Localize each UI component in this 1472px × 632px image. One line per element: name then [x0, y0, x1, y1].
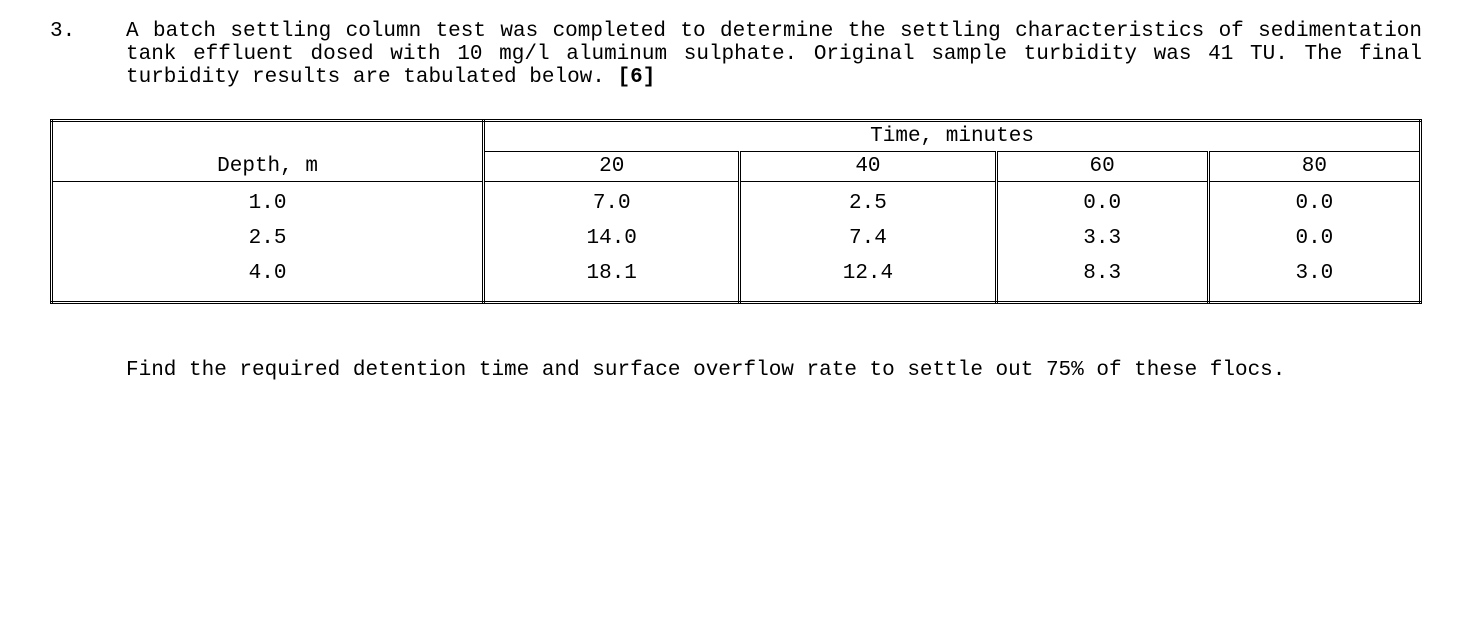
- marks: [6]: [618, 66, 656, 89]
- data-cell: 18.1: [484, 256, 740, 303]
- time-col: 40: [740, 152, 996, 182]
- data-cell: 3.0: [1208, 256, 1420, 303]
- depth-cell: 4.0: [52, 256, 484, 303]
- data-cell: 12.4: [740, 256, 996, 303]
- question-text: Find the required detention time and sur…: [126, 359, 1422, 382]
- problem-intro: A batch settling column test was complet…: [126, 20, 1422, 89]
- depth-cell: 1.0: [52, 182, 484, 222]
- data-cell: 3.3: [996, 221, 1208, 256]
- data-cell: 14.0: [484, 221, 740, 256]
- data-cell: 8.3: [996, 256, 1208, 303]
- data-cell: 7.4: [740, 221, 996, 256]
- problem-number: 3.: [50, 20, 126, 43]
- data-cell: 0.0: [1208, 221, 1420, 256]
- intro-text: A batch settling column test was complet…: [126, 20, 1422, 89]
- data-cell: 0.0: [996, 182, 1208, 222]
- data-table: Depth, m Time, minutes 20 40 60 80 1.0 7…: [50, 119, 1422, 304]
- time-header: Time, minutes: [484, 121, 1421, 152]
- data-cell: 0.0: [1208, 182, 1420, 222]
- depth-header: Depth, m: [52, 121, 484, 182]
- data-cell: 2.5: [740, 182, 996, 222]
- time-col: 60: [996, 152, 1208, 182]
- problem-block: 3. A batch settling column test was comp…: [50, 20, 1422, 89]
- time-col: 80: [1208, 152, 1420, 182]
- time-col: 20: [484, 152, 740, 182]
- depth-cell: 2.5: [52, 221, 484, 256]
- data-cell: 7.0: [484, 182, 740, 222]
